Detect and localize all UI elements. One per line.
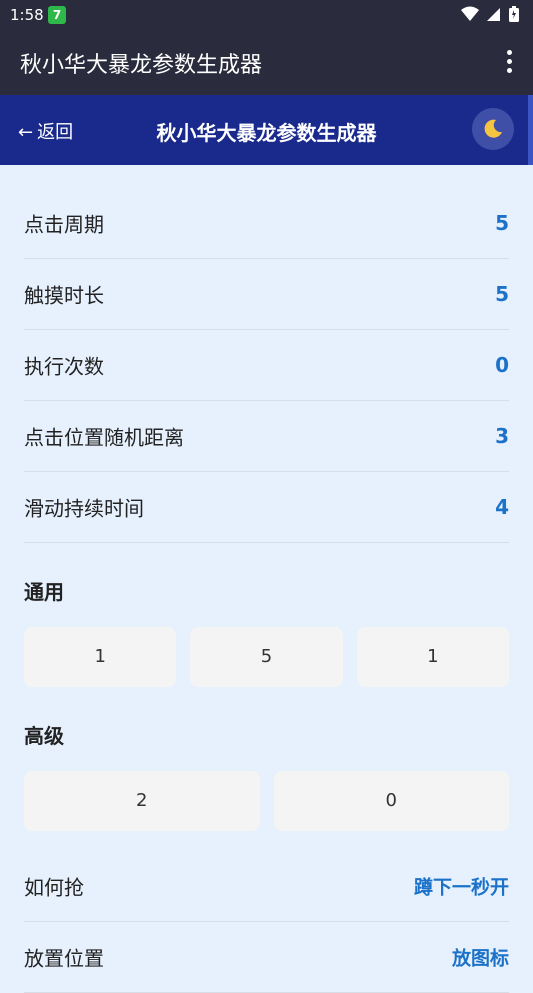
param-list: 点击周期 5 触摸时长 5 执行次数 0 点击位置随机距离 3 滑动持续时间 4: [24, 165, 509, 543]
moon-icon: [484, 119, 502, 138]
param-value: 0: [495, 353, 509, 377]
param-row-exec-count[interactable]: 执行次数 0: [24, 330, 509, 401]
general-option-button[interactable]: 1: [356, 627, 509, 687]
dark-mode-toggle[interactable]: [472, 108, 514, 150]
param-label: 触摸时长: [24, 283, 104, 308]
param-value: 5: [495, 211, 509, 235]
action-link[interactable]: 蹲下一秒开: [414, 873, 509, 900]
section-title-general: 通用: [24, 580, 64, 604]
param-row-swipe-duration[interactable]: 滑动持续时间 4: [24, 472, 509, 543]
main-content: 点击周期 5 触摸时长 5 执行次数 0 点击位置随机距离 3 滑动持续时间 4…: [24, 165, 509, 993]
overflow-menu-icon[interactable]: [505, 50, 513, 76]
action-row-how-to-grab[interactable]: 如何抢 蹲下一秒开: [24, 851, 509, 922]
status-icons: [458, 6, 519, 24]
param-value: 5: [495, 282, 509, 306]
wifi-icon: [461, 6, 480, 21]
app-title: 秋小华大暴龙参数生成器: [20, 53, 263, 78]
action-row-placement[interactable]: 放置位置 放图标: [24, 922, 509, 993]
app-bar: 秋小华大暴龙参数生成器: [0, 30, 533, 95]
param-label: 点击位置随机距离: [24, 425, 184, 450]
scroll-indicator: [528, 95, 533, 165]
param-row-touch-duration[interactable]: 触摸时长 5: [24, 259, 509, 330]
param-label: 执行次数: [24, 354, 104, 379]
action-label: 如何抢: [24, 875, 84, 900]
param-row-click-period[interactable]: 点击周期 5: [24, 188, 509, 259]
web-header: ← 返回 秋小华大暴龙参数生成器: [0, 95, 533, 165]
general-options: 1 5 1: [24, 627, 509, 687]
status-time: 1:58: [10, 6, 44, 24]
status-bar: 1:58 7: [0, 0, 533, 30]
battery-icon: [509, 6, 519, 22]
param-label: 滑动持续时间: [24, 496, 144, 521]
general-option-button[interactable]: 1: [24, 627, 177, 687]
general-option-button[interactable]: 5: [190, 627, 343, 687]
advanced-options: 2 0: [24, 771, 509, 831]
action-label: 放置位置: [24, 946, 104, 971]
param-label: 点击周期: [24, 212, 104, 237]
param-value: 3: [495, 424, 509, 448]
advanced-option-button[interactable]: 2: [24, 771, 260, 831]
param-row-random-distance[interactable]: 点击位置随机距离 3: [24, 401, 509, 472]
notification-app-icon: 7: [48, 6, 66, 24]
signal-icon: [487, 8, 501, 21]
param-value: 4: [495, 495, 509, 519]
section-title-advanced: 高级: [24, 724, 64, 748]
page-title: 秋小华大暴龙参数生成器: [156, 121, 377, 145]
advanced-option-button[interactable]: 0: [273, 771, 509, 831]
